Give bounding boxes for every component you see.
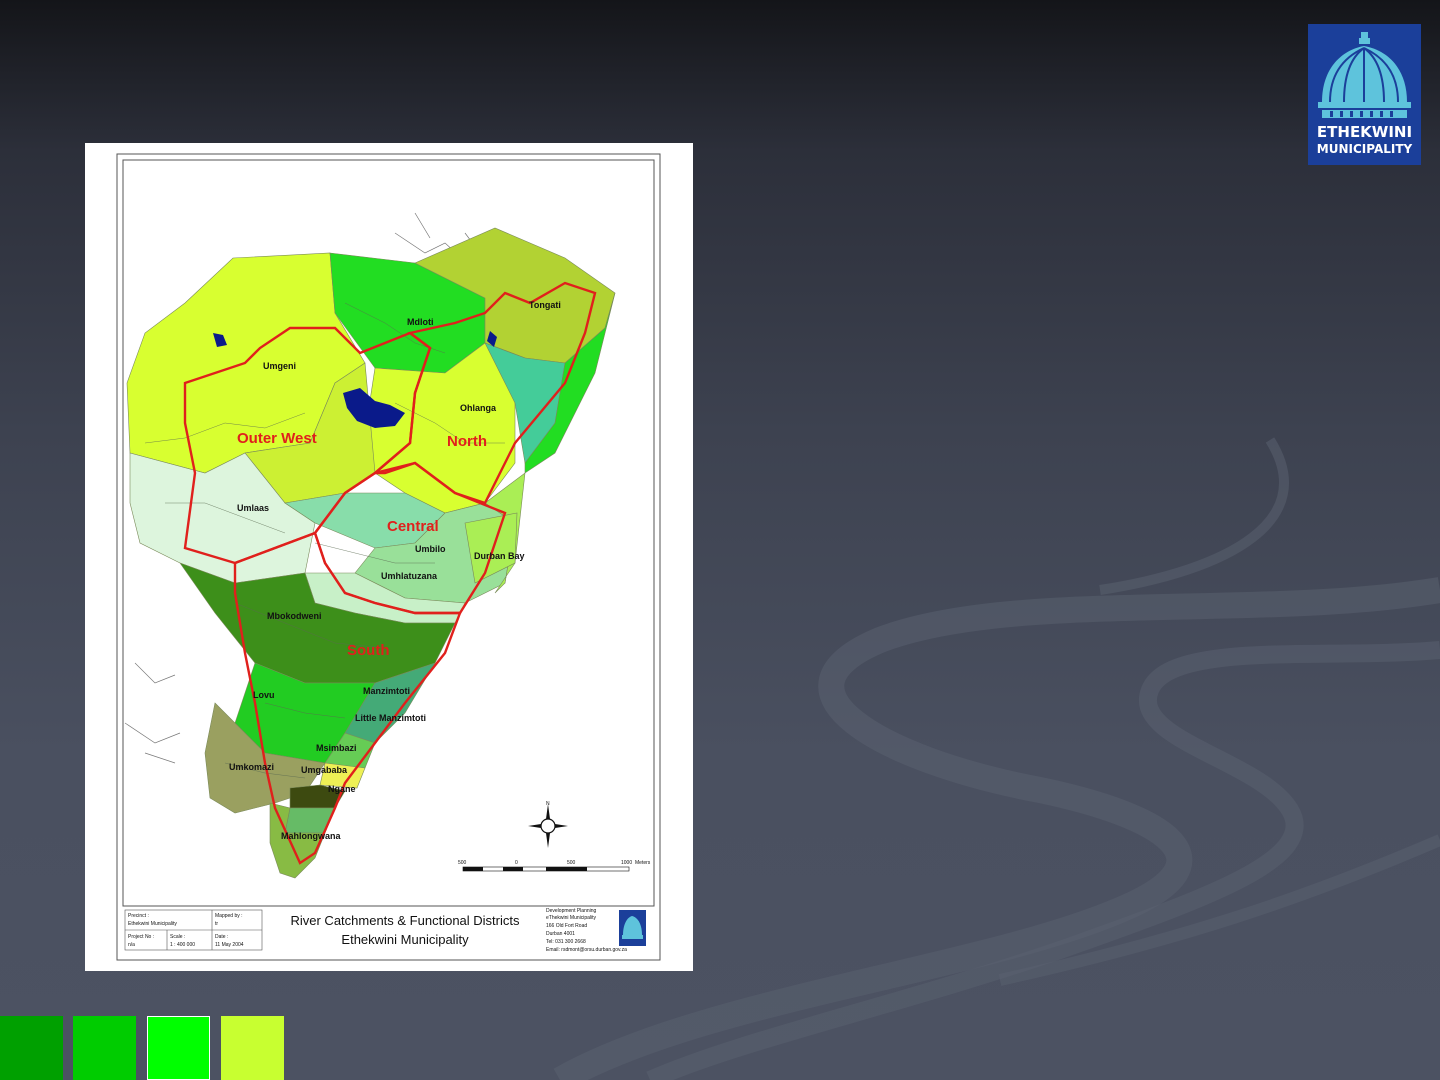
- catchment-label-12: Msimbazi: [316, 743, 357, 753]
- catchment-label-6: Durban Bay: [474, 551, 525, 561]
- catchment-label-3: Ohlanga: [460, 403, 497, 413]
- contact-line-2: 166 Old Fort Road: [546, 923, 587, 929]
- scale-label-0: 500: [458, 860, 467, 866]
- color-swatch-1: [0, 1016, 63, 1080]
- contact-line-3: Durban 4001: [546, 931, 575, 937]
- mapped-by-value: tr: [215, 921, 218, 927]
- color-swatch-2: [73, 1016, 136, 1080]
- district-label-1: North: [447, 433, 487, 450]
- date-label: Date :: [215, 934, 228, 940]
- contact-line-5: Email: rsdmont@orsu.durban.gov.za: [546, 947, 627, 953]
- city-hall-dome-icon: [1318, 32, 1411, 118]
- district-label-2: Central: [387, 518, 439, 535]
- north-arrow-icon: [528, 804, 568, 848]
- scale-label-3: 1000: [621, 860, 632, 866]
- catchment-label-5: Umbilo: [415, 544, 446, 554]
- scale-info-label: Scale :: [170, 934, 185, 940]
- map-subtitle: Ethekwini Municipality: [341, 932, 469, 947]
- contact-line-0: Development Planning: [546, 908, 597, 914]
- scale-unit: Meters: [635, 860, 651, 866]
- contact-line-4: Tel: 031 300 2668: [546, 939, 586, 945]
- precinct-label: Precinct :: [128, 913, 149, 919]
- catchment-label-15: Ngane: [328, 784, 356, 794]
- logo-text-line2: MUNICIPALITY: [1316, 142, 1413, 156]
- catchment-label-7: Umhlatuzana: [381, 571, 438, 581]
- precinct-value: Ethekwini Municipality: [128, 921, 177, 927]
- date-value: 11 May 2004: [215, 942, 244, 948]
- scale-label-1: 0: [515, 860, 518, 866]
- catchment-label-13: Umkomazi: [229, 762, 274, 772]
- catchment-label-14: Umgababa: [301, 765, 348, 775]
- ethekwini-logo: ETHEKWINI MUNICIPALITY: [1308, 24, 1421, 165]
- district-label-3: South: [347, 642, 390, 659]
- color-swatch-3: [147, 1016, 210, 1080]
- color-swatch-4: [221, 1016, 284, 1080]
- catchment-map: Outer West North Central South Tongati M…: [116, 153, 661, 961]
- catchment-label-9: Lovu: [253, 690, 275, 700]
- project-label: Project No :: [128, 934, 154, 940]
- catchment-label-2: Umgeni: [263, 361, 296, 371]
- catchment-label-10: Manzimtoti: [363, 686, 410, 696]
- catchment-label-0: Tongati: [529, 300, 561, 310]
- map-image: Outer West North Central South Tongati M…: [85, 143, 693, 971]
- catchment-label-4: Umlaas: [237, 503, 269, 513]
- catchment-label-1: Mdloti: [407, 317, 434, 327]
- scale-label-2: 500: [567, 860, 576, 866]
- catchment-label-11: Little Manzimtoti: [355, 713, 426, 723]
- mapped-by-label: Mapped by :: [215, 913, 243, 919]
- contact-line-1: eThekwini Municipality: [546, 915, 597, 921]
- project-value: n/a: [128, 942, 135, 948]
- district-label-0: Outer West: [237, 430, 317, 447]
- catchment-label-8: Mbokodweni: [267, 611, 322, 621]
- small-logo-icon: [619, 910, 646, 946]
- catchment-label-16: Mahlongwana: [281, 831, 341, 841]
- scale-bar: [462, 866, 630, 872]
- logo-text-line1: ETHEKWINI: [1316, 123, 1413, 141]
- map-title: River Catchments & Functional Districts: [290, 913, 520, 928]
- scale-info-value: 1 : 400 000: [170, 942, 195, 948]
- north-label: N: [546, 801, 550, 807]
